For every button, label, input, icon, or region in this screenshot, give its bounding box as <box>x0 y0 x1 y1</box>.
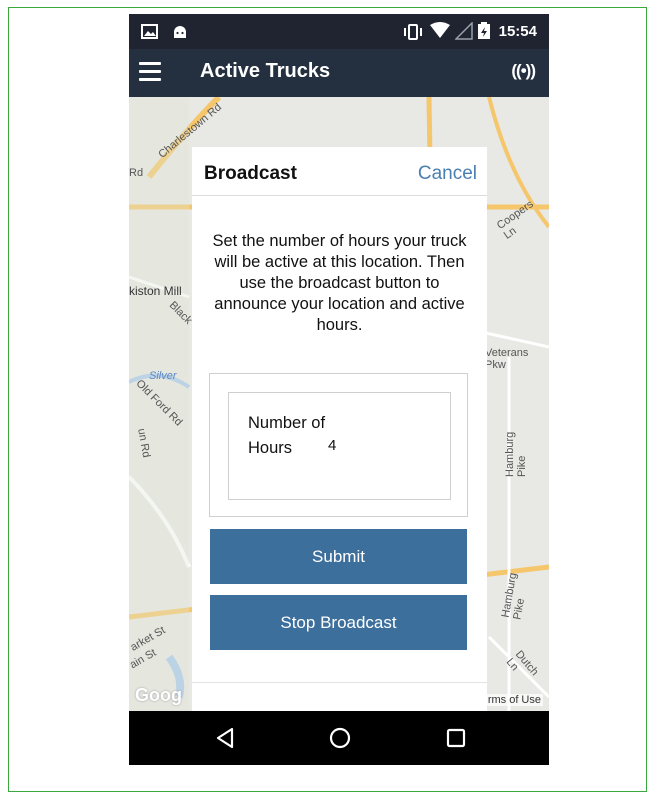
map-label: kiston Mill <box>129 284 182 298</box>
app-bar: Active Trucks ((•)) <box>129 49 549 97</box>
back-icon[interactable] <box>215 727 235 749</box>
dialog-title: Broadcast <box>204 163 297 184</box>
broadcast-dialog: Broadcast Cancel Set the number of hours… <box>192 147 487 711</box>
status-time: 15:54 <box>498 23 537 40</box>
hours-label: Number of Hours <box>248 414 326 457</box>
navigation-bar <box>129 711 549 765</box>
hamburger-menu-icon[interactable] <box>139 62 161 82</box>
phone-screen: 15:54 Active Trucks ((•)) Charlestown Rd… <box>129 14 549 765</box>
hours-picker[interactable]: Number of Hours 4 <box>228 392 451 500</box>
signal-icon <box>455 22 473 40</box>
recents-icon[interactable] <box>446 728 466 748</box>
dialog-bottom-divider <box>192 682 487 683</box>
battery-icon <box>478 22 490 39</box>
home-icon[interactable] <box>329 727 351 749</box>
broadcast-icon[interactable]: ((•)) <box>511 61 536 81</box>
dialog-divider <box>192 195 487 196</box>
map-label: Silver <box>149 370 177 382</box>
cancel-button[interactable]: Cancel <box>418 163 477 185</box>
map-label: Hamburg Pike <box>504 431 528 477</box>
map-label: Rd <box>129 167 144 179</box>
stop-broadcast-button[interactable]: Stop Broadcast <box>210 595 467 650</box>
image-notification-icon <box>141 24 158 39</box>
terms-of-use-link[interactable]: rms of Use <box>485 694 543 706</box>
app-title: Active Trucks <box>200 60 331 82</box>
map-label: Veterans Pkw <box>485 347 529 371</box>
hours-picker-container: Number of Hours 4 <box>209 373 468 517</box>
dialog-message: Set the number of hours your truck will … <box>212 232 467 334</box>
hours-value[interactable]: 4 <box>328 437 336 454</box>
status-bar: 15:54 <box>129 14 549 49</box>
google-logo: Goog <box>135 685 182 705</box>
wifi-icon <box>430 22 450 38</box>
submit-button[interactable]: Submit <box>210 529 467 584</box>
vibrate-icon <box>404 24 422 40</box>
android-notification-icon <box>174 26 186 38</box>
